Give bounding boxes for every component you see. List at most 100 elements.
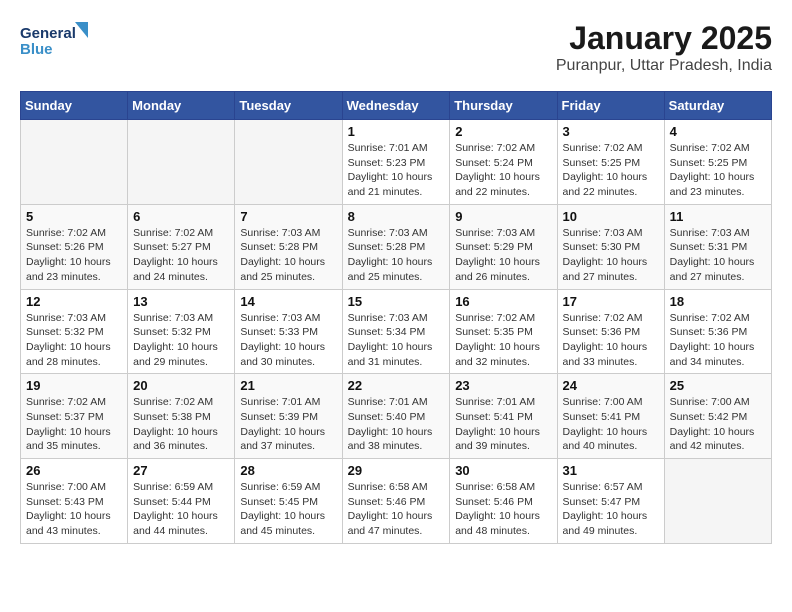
calendar-cell: 23Sunrise: 7:01 AM Sunset: 5:41 PM Dayli…: [450, 374, 557, 459]
svg-text:Blue: Blue: [20, 41, 53, 58]
day-info: Sunrise: 7:02 AM Sunset: 5:24 PM Dayligh…: [455, 141, 551, 200]
day-info: Sunrise: 7:02 AM Sunset: 5:38 PM Dayligh…: [133, 395, 229, 454]
day-number: 14: [240, 294, 336, 309]
calendar-cell: 29Sunrise: 6:58 AM Sunset: 5:46 PM Dayli…: [342, 459, 450, 544]
day-number: 1: [348, 124, 445, 139]
calendar-cell: [235, 120, 342, 205]
day-info: Sunrise: 7:03 AM Sunset: 5:32 PM Dayligh…: [26, 311, 122, 370]
calendar-cell: 31 Sunrise: 6:57 AM Sunset: 5:47 PM Dayli…: [557, 459, 664, 544]
day-number: 15: [348, 294, 445, 309]
day-number: 16: [455, 294, 551, 309]
calendar-cell: 7Sunrise: 7:03 AM Sunset: 5:28 PM Daylig…: [235, 204, 342, 289]
day-info: Sunrise: 7:03 AM Sunset: 5:28 PM Dayligh…: [240, 226, 336, 285]
day-number: 9: [455, 209, 551, 224]
day-info: Sunrise: 7:03 AM Sunset: 5:30 PM Dayligh…: [563, 226, 659, 285]
week-row-2: 5 Sunrise: 7:02 AM Sunset: 5:26 PM Daylig…: [21, 204, 772, 289]
header-sunday: Sunday: [21, 92, 128, 120]
header-tuesday: Tuesday: [235, 92, 342, 120]
calendar-cell: 8Sunrise: 7:03 AM Sunset: 5:28 PM Daylig…: [342, 204, 450, 289]
calendar-cell: 1 Sunrise: 7:01 AM Sunset: 5:23 PM Daylig…: [342, 120, 450, 205]
day-number: 28: [240, 463, 336, 478]
calendar-cell: 21 Sunrise: 7:01 AM Sunset: 5:39 PM Dayli…: [235, 374, 342, 459]
calendar-cell: 12 Sunrise: 7:03 AM Sunset: 5:32 PM Dayli…: [21, 289, 128, 374]
day-number: 3: [563, 124, 659, 139]
day-info: Sunrise: 7:02 AM Sunset: 5:37 PM Dayligh…: [26, 395, 122, 454]
calendar-cell: 14 Sunrise: 7:03 AM Sunset: 5:33 PM Dayli…: [235, 289, 342, 374]
day-number: 2: [455, 124, 551, 139]
day-number: 17: [563, 294, 659, 309]
day-info: Sunrise: 7:03 AM Sunset: 5:34 PM Dayligh…: [348, 311, 445, 370]
day-info: Sunrise: 7:01 AM Sunset: 5:39 PM Dayligh…: [240, 395, 336, 454]
day-info: Sunrise: 6:59 AM Sunset: 5:44 PM Dayligh…: [133, 480, 229, 539]
day-number: 21: [240, 378, 336, 393]
day-number: 25: [670, 378, 766, 393]
header-thursday: Thursday: [450, 92, 557, 120]
calendar-cell: 16Sunrise: 7:02 AM Sunset: 5:35 PM Dayli…: [450, 289, 557, 374]
day-info: Sunrise: 7:02 AM Sunset: 5:36 PM Dayligh…: [670, 311, 766, 370]
calendar-title: January 2025: [556, 20, 772, 57]
title-block: January 2025 Puranpur, Uttar Pradesh, In…: [556, 20, 772, 75]
day-number: 20: [133, 378, 229, 393]
day-number: 5: [26, 209, 122, 224]
header-wednesday: Wednesday: [342, 92, 450, 120]
calendar-cell: 6Sunrise: 7:02 AM Sunset: 5:27 PM Daylig…: [128, 204, 235, 289]
header-saturday: Saturday: [664, 92, 771, 120]
calendar-cell: 18Sunrise: 7:02 AM Sunset: 5:36 PM Dayli…: [664, 289, 771, 374]
day-info: Sunrise: 7:00 AM Sunset: 5:41 PM Dayligh…: [563, 395, 659, 454]
day-info: Sunrise: 7:03 AM Sunset: 5:32 PM Dayligh…: [133, 311, 229, 370]
calendar-cell: 28 Sunrise: 6:59 AM Sunset: 5:45 PM Dayli…: [235, 459, 342, 544]
logo: GeneralBlue: [20, 20, 90, 60]
day-info: Sunrise: 7:02 AM Sunset: 5:27 PM Dayligh…: [133, 226, 229, 285]
header-friday: Friday: [557, 92, 664, 120]
day-info: Sunrise: 7:01 AM Sunset: 5:40 PM Dayligh…: [348, 395, 445, 454]
header-monday: Monday: [128, 92, 235, 120]
calendar-cell: 20 Sunrise: 7:02 AM Sunset: 5:38 PM Dayli…: [128, 374, 235, 459]
calendar-cell: 10Sunrise: 7:03 AM Sunset: 5:30 PM Dayli…: [557, 204, 664, 289]
day-info: Sunrise: 7:02 AM Sunset: 5:25 PM Dayligh…: [670, 141, 766, 200]
day-number: 31: [563, 463, 659, 478]
week-row-1: 1 Sunrise: 7:01 AM Sunset: 5:23 PM Daylig…: [21, 120, 772, 205]
day-info: Sunrise: 6:59 AM Sunset: 5:45 PM Dayligh…: [240, 480, 336, 539]
calendar-cell: 2 Sunrise: 7:02 AM Sunset: 5:24 PM Daylig…: [450, 120, 557, 205]
day-info: Sunrise: 7:02 AM Sunset: 5:26 PM Dayligh…: [26, 226, 122, 285]
calendar-cell: 26 Sunrise: 7:00 AM Sunset: 5:43 PM Dayli…: [21, 459, 128, 544]
calendar-cell: [21, 120, 128, 205]
day-number: 26: [26, 463, 122, 478]
page-header: GeneralBlue January 2025 Puranpur, Uttar…: [20, 20, 772, 75]
day-number: 19: [26, 378, 122, 393]
day-number: 11: [670, 209, 766, 224]
day-info: Sunrise: 6:57 AM Sunset: 5:47 PM Dayligh…: [563, 480, 659, 539]
day-info: Sunrise: 7:00 AM Sunset: 5:42 PM Dayligh…: [670, 395, 766, 454]
calendar-cell: 11 Sunrise: 7:03 AM Sunset: 5:31 PM Dayli…: [664, 204, 771, 289]
calendar-cell: 27 Sunrise: 6:59 AM Sunset: 5:44 PM Dayli…: [128, 459, 235, 544]
day-info: Sunrise: 7:03 AM Sunset: 5:33 PM Dayligh…: [240, 311, 336, 370]
day-number: 30: [455, 463, 551, 478]
calendar-cell: 24Sunrise: 7:00 AM Sunset: 5:41 PM Dayli…: [557, 374, 664, 459]
week-row-3: 12 Sunrise: 7:03 AM Sunset: 5:32 PM Dayli…: [21, 289, 772, 374]
day-info: Sunrise: 7:02 AM Sunset: 5:25 PM Dayligh…: [563, 141, 659, 200]
day-info: Sunrise: 7:00 AM Sunset: 5:43 PM Dayligh…: [26, 480, 122, 539]
day-number: 13: [133, 294, 229, 309]
calendar-table: Sunday Monday Tuesday Wednesday Thursday…: [20, 91, 772, 544]
day-info: Sunrise: 7:01 AM Sunset: 5:23 PM Dayligh…: [348, 141, 445, 200]
calendar-cell: 5 Sunrise: 7:02 AM Sunset: 5:26 PM Daylig…: [21, 204, 128, 289]
day-info: Sunrise: 7:02 AM Sunset: 5:36 PM Dayligh…: [563, 311, 659, 370]
logo-icon: GeneralBlue: [20, 20, 90, 60]
day-info: Sunrise: 7:03 AM Sunset: 5:29 PM Dayligh…: [455, 226, 551, 285]
calendar-cell: 19 Sunrise: 7:02 AM Sunset: 5:37 PM Dayli…: [21, 374, 128, 459]
days-header-row: Sunday Monday Tuesday Wednesday Thursday…: [21, 92, 772, 120]
calendar-cell: 22 Sunrise: 7:01 AM Sunset: 5:40 PM Dayli…: [342, 374, 450, 459]
week-row-4: 19 Sunrise: 7:02 AM Sunset: 5:37 PM Dayli…: [21, 374, 772, 459]
svg-text:General: General: [20, 25, 76, 42]
calendar-cell: 15 Sunrise: 7:03 AM Sunset: 5:34 PM Dayli…: [342, 289, 450, 374]
day-number: 29: [348, 463, 445, 478]
calendar-cell: [128, 120, 235, 205]
day-info: Sunrise: 7:03 AM Sunset: 5:28 PM Dayligh…: [348, 226, 445, 285]
day-number: 12: [26, 294, 122, 309]
day-info: Sunrise: 6:58 AM Sunset: 5:46 PM Dayligh…: [455, 480, 551, 539]
day-info: Sunrise: 7:03 AM Sunset: 5:31 PM Dayligh…: [670, 226, 766, 285]
calendar-subtitle: Puranpur, Uttar Pradesh, India: [556, 57, 772, 75]
calendar-cell: 13 Sunrise: 7:03 AM Sunset: 5:32 PM Dayli…: [128, 289, 235, 374]
day-number: 27: [133, 463, 229, 478]
day-number: 22: [348, 378, 445, 393]
